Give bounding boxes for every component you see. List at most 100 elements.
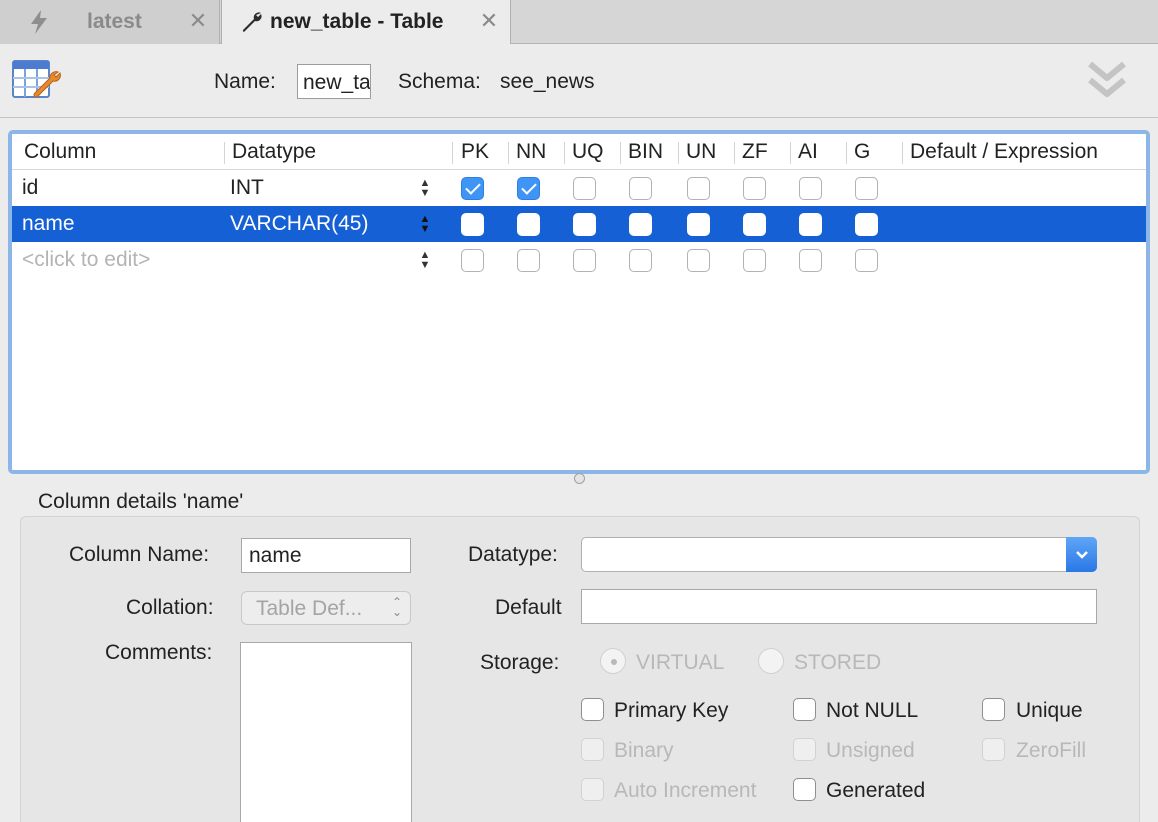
stepper-arrows-icon[interactable]: ▲ ▼ [417,250,433,272]
name-label: Name: [214,70,276,93]
ai-checkbox[interactable] [799,249,822,272]
datatype-cell[interactable]: VARCHAR(45) [230,212,368,236]
header-divider [452,142,453,164]
header-un[interactable]: UN [686,140,716,164]
header-zf[interactable]: ZF [742,140,768,164]
virtual-radio[interactable] [600,648,626,674]
zerofill-label: ZeroFill [1016,739,1087,762]
pk-checkbox[interactable] [461,177,484,200]
unique-label: Unique [1016,699,1083,722]
header-divider [902,142,903,164]
unique-checkbox[interactable] [982,698,1005,721]
datatype-select[interactable] [581,537,1097,572]
tab-latest[interactable]: latest ✕ [0,0,220,44]
auto-increment-checkbox[interactable] [581,778,604,801]
tab-new-table[interactable]: new_table - Table ✕ [221,0,511,45]
generated-label: Generated [826,779,926,802]
nn-checkbox[interactable] [517,249,540,272]
column-details-title: Column details 'name' [38,490,244,513]
column-name-label: Column Name: [69,543,210,566]
unsigned-label: Unsigned [826,739,915,762]
column-name-cell[interactable]: name [22,212,75,236]
header-divider [678,142,679,164]
tab-new-table-label: new_table - Table [270,10,444,33]
header-divider [620,142,621,164]
chevron-down-icon[interactable] [1066,537,1097,572]
table-name-input[interactable]: new_table [297,64,371,99]
bin-checkbox[interactable] [629,249,652,272]
unsigned-checkbox[interactable] [793,738,816,761]
auto-increment-label: Auto Increment [614,779,757,802]
table-editor-icon [12,58,62,106]
close-icon[interactable]: ✕ [187,8,209,34]
header-uq[interactable]: UQ [572,140,604,164]
wrench-icon [239,9,265,35]
stepper-arrows-icon[interactable]: ▲ ▼ [417,178,433,200]
column-name-cell[interactable]: id [22,176,38,200]
lightning-icon [26,9,52,35]
stepper-arrows-icon[interactable]: ▲ ▼ [417,214,433,236]
datatype-label: Datatype: [468,543,558,566]
table-row-new[interactable]: <click to edit> ▲ ▼ [12,242,1146,278]
splitter-handle[interactable] [574,473,585,484]
table-row[interactable]: name VARCHAR(45) ▲ ▼ [12,206,1146,242]
ai-checkbox[interactable] [799,177,822,200]
zf-checkbox[interactable] [743,177,766,200]
header-divider [846,142,847,164]
default-field[interactable] [581,589,1097,624]
comments-textarea[interactable] [240,642,412,822]
zf-checkbox[interactable] [743,213,766,236]
zf-checkbox[interactable] [743,249,766,272]
header-divider [224,142,225,164]
header-bin[interactable]: BIN [628,140,663,164]
generated-checkbox[interactable] [793,778,816,801]
g-checkbox[interactable] [855,249,878,272]
header-pk[interactable]: PK [461,140,489,164]
nn-checkbox[interactable] [517,177,540,200]
header-divider [564,142,565,164]
storage-label: Storage: [480,651,560,674]
binary-checkbox[interactable] [581,738,604,761]
pk-checkbox[interactable] [461,213,484,236]
un-checkbox[interactable] [687,249,710,272]
table-row[interactable]: id INT ▲ ▼ [12,170,1146,206]
collapse-chevrons-icon[interactable] [1086,58,1128,102]
zerofill-checkbox[interactable] [982,738,1005,761]
click-to-edit-placeholder[interactable]: <click to edit> [22,248,150,272]
columns-grid[interactable]: Column Datatype PK NN UQ BIN UN ZF AI G … [8,130,1150,474]
g-checkbox[interactable] [855,177,878,200]
primary-key-checkbox[interactable] [581,698,604,721]
header-divider [508,142,509,164]
header-divider [790,142,791,164]
header-datatype[interactable]: Datatype [232,140,316,164]
header-divider [734,142,735,164]
header-ai[interactable]: AI [798,140,818,164]
collation-select[interactable]: Table Def... ⌃ ⌄ [241,591,411,625]
primary-key-label: Primary Key [614,699,729,722]
not-null-checkbox[interactable] [793,698,816,721]
uq-checkbox[interactable] [573,177,596,200]
schema-value: see_news [500,70,595,93]
header-default-expression[interactable]: Default / Expression [910,140,1098,164]
un-checkbox[interactable] [687,213,710,236]
uq-checkbox[interactable] [573,249,596,272]
tab-latest-label: latest [87,10,142,33]
close-icon[interactable]: ✕ [478,8,500,34]
table-editor-toolbar: Name: new_table Schema: see_news [0,44,1158,118]
datatype-cell[interactable]: INT [230,176,264,200]
header-g[interactable]: G [854,140,870,164]
ai-checkbox[interactable] [799,213,822,236]
pk-checkbox[interactable] [461,249,484,272]
stored-radio[interactable] [758,648,784,674]
comments-label: Comments: [105,641,213,664]
bin-checkbox[interactable] [629,177,652,200]
header-column[interactable]: Column [24,140,96,164]
bin-checkbox[interactable] [629,213,652,236]
un-checkbox[interactable] [687,177,710,200]
schema-label: Schema: [398,70,481,93]
column-name-field[interactable]: name [241,538,411,573]
nn-checkbox[interactable] [517,213,540,236]
uq-checkbox[interactable] [573,213,596,236]
g-checkbox[interactable] [855,213,878,236]
header-nn[interactable]: NN [516,140,546,164]
